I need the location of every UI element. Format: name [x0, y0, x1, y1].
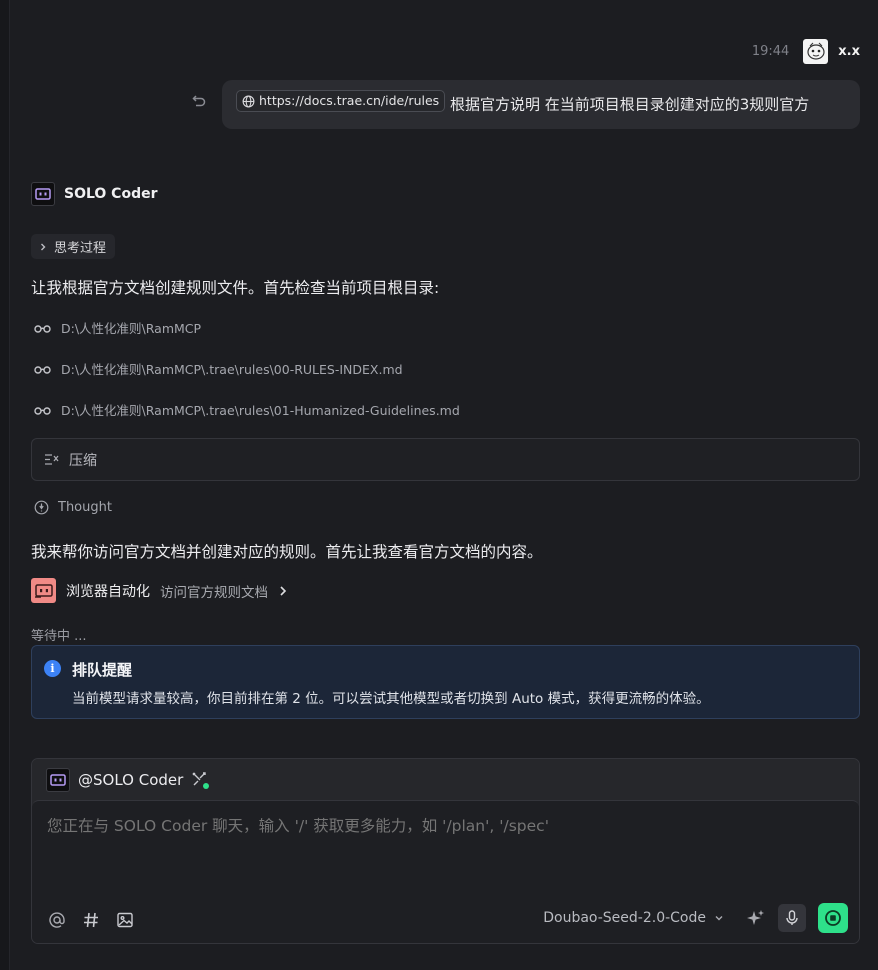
model-name: Doubao-Seed-2.0-Code — [543, 910, 706, 926]
queue-notice: i 排队提醒 当前模型请求量较高，你目前排在第 2 位。可以尝试其他模型或者切换… — [31, 645, 860, 719]
waiting-status: 等待中 ... — [31, 629, 87, 644]
solo-coder-logo-icon — [46, 767, 70, 792]
chevron-right-icon — [278, 585, 288, 597]
url-chip[interactable]: https://docs.trae.cn/ide/rules — [236, 90, 446, 112]
queue-text: 当前模型请求量较高，你目前排在第 2 位。可以尝试其他模型或者切换到 Auto … — [72, 691, 710, 707]
info-icon: i — [44, 660, 61, 677]
composer-body: Doubao-Seed-2.0-Code — [32, 800, 859, 943]
file-read-item[interactable]: D:\人性化准则\RamMCP\.trae\rules\01-Humanized… — [34, 400, 460, 419]
thinking-process-toggle[interactable]: 思考过程 — [31, 234, 116, 259]
chat-input[interactable] — [47, 817, 837, 835]
image-icon[interactable] — [116, 911, 134, 929]
chevron-right-icon — [38, 242, 48, 252]
compress-label: 压缩 — [69, 452, 97, 469]
microphone-icon — [786, 910, 798, 925]
message-meta: 19:44 x.x — [752, 38, 860, 64]
url-chip-text: https://docs.trae.cn/ide/rules — [259, 93, 440, 108]
compress-icon — [44, 453, 59, 466]
queue-title: 排队提醒 — [72, 661, 133, 679]
undo-icon[interactable] — [190, 92, 208, 110]
composer-tools — [48, 911, 134, 929]
glasses-icon — [34, 405, 51, 415]
sparkle-icon[interactable] — [746, 908, 766, 928]
agent-name: SOLO Coder — [64, 186, 158, 202]
composer-header: @SOLO Coder — [32, 759, 859, 800]
thought-toggle[interactable]: Thought — [34, 500, 112, 515]
microphone-button[interactable] — [778, 904, 806, 932]
solo-coder-logo-icon — [31, 182, 55, 206]
browser-automation-tool[interactable]: 浏览器自动化 访问官方规则文档 — [31, 578, 288, 603]
agent-mention[interactable]: @SOLO Coder — [78, 771, 183, 789]
globe-icon — [242, 95, 255, 108]
file-path: D:\人性化准则\RamMCP\.trae\rules\01-Humanized… — [61, 403, 460, 418]
file-path: D:\人性化准则\RamMCP — [61, 321, 202, 336]
user-name: x.x — [838, 43, 860, 59]
stop-icon — [825, 910, 841, 926]
message-time: 19:44 — [751, 43, 790, 59]
file-read-item[interactable]: D:\人性化准则\RamMCP\.trae\rules\00-RULES-IND… — [34, 359, 403, 378]
file-read-item[interactable]: D:\人性化准则\RamMCP — [34, 318, 201, 337]
chevron-down-icon — [714, 914, 724, 922]
user-avatar[interactable] — [803, 38, 829, 64]
tool-description: 访问官方规则文档 — [160, 584, 268, 601]
left-rail — [0, 0, 10, 970]
status-dot — [203, 783, 210, 789]
composer-actions: Doubao-Seed-2.0-Code — [543, 903, 848, 933]
tools-icon[interactable] — [191, 771, 210, 789]
model-select[interactable]: Doubao-Seed-2.0-Code — [543, 910, 724, 926]
hash-icon[interactable] — [82, 911, 100, 929]
user-message-text: 根据官方说明 在当前项目根目录创建对应的3规则官方 — [449, 95, 810, 114]
thought-label: Thought — [58, 500, 112, 515]
agent-header: SOLO Coder — [31, 182, 158, 206]
stop-button[interactable] — [818, 903, 848, 933]
browser-automation-icon — [31, 578, 56, 603]
agent-intro-text: 让我根据官方文档创建规则文件。首先检查当前项目根目录: — [31, 279, 440, 297]
chat-composer: @SOLO Coder 您正在与 SOLO Coder 聊天，输入 '/' 获取… — [31, 758, 860, 944]
tool-name: 浏览器自动化 — [66, 583, 150, 600]
compress-block[interactable]: 压缩 — [31, 438, 860, 481]
bulb-info-icon — [34, 500, 49, 515]
user-message-bubble: https://docs.trae.cn/ide/rules 根据官方说明 在当… — [222, 80, 860, 129]
file-path: D:\人性化准则\RamMCP\.trae\rules\00-RULES-IND… — [61, 362, 403, 377]
glasses-icon — [34, 364, 51, 374]
glasses-icon — [34, 323, 51, 333]
mention-at-icon[interactable] — [48, 911, 66, 929]
thinking-label: 思考过程 — [54, 241, 107, 256]
agent-followup-text: 我来帮你访问官方文档并创建对应的规则。首先让我查看官方文档的内容。 — [31, 543, 543, 561]
